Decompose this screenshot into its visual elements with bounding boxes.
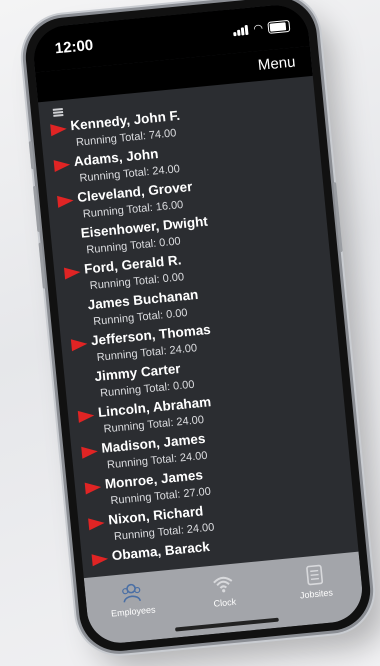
clocked-in-arrow-icon xyxy=(50,122,68,137)
phone-frame: 12:00 ◠ Menu Kennedy, John F. Running Tot… xyxy=(22,0,374,655)
employees-icon xyxy=(119,581,143,605)
clocked-in-arrow-icon xyxy=(84,481,102,495)
status-time: 12:00 xyxy=(54,36,94,58)
clocked-in-arrow-icon xyxy=(63,266,82,280)
clocked-in-arrow-icon xyxy=(77,409,95,423)
power-button xyxy=(333,182,343,253)
volume-up-button xyxy=(33,185,41,232)
tab-clock-label: Clock xyxy=(213,596,237,609)
employee-list: Kennedy, John F. Running Total: 74.00 Adam… xyxy=(40,92,360,584)
signal-icon xyxy=(233,24,249,37)
tab-employees-label: Employees xyxy=(110,604,156,619)
clocked-in-arrow-icon xyxy=(88,516,106,531)
wifi-icon: ◠ xyxy=(252,22,264,36)
status-icons: ◠ xyxy=(233,19,291,37)
wifi-clock-icon xyxy=(211,572,235,596)
clocked-in-arrow-icon xyxy=(70,337,88,352)
volume-down-button xyxy=(38,242,46,289)
clocked-in-arrow-icon xyxy=(57,194,75,208)
home-indicator xyxy=(174,617,279,632)
clocked-in-arrow-icon xyxy=(91,552,109,567)
battery-icon xyxy=(267,19,291,34)
screen: 12:00 ◠ Menu Kennedy, John F. Running Tot… xyxy=(30,2,366,646)
menu-button[interactable]: Menu xyxy=(257,54,296,75)
jobsites-icon xyxy=(304,563,326,587)
tab-employees[interactable]: Employees xyxy=(96,578,169,620)
tab-clock[interactable]: Clock xyxy=(187,569,260,611)
mute-switch xyxy=(28,141,35,170)
clocked-in-arrow-icon xyxy=(53,158,71,173)
tab-jobsites-label: Jobsites xyxy=(299,587,334,601)
clocked-in-arrow-icon xyxy=(81,445,99,459)
tab-jobsites[interactable]: Jobsites xyxy=(279,561,352,603)
notch xyxy=(108,9,231,50)
